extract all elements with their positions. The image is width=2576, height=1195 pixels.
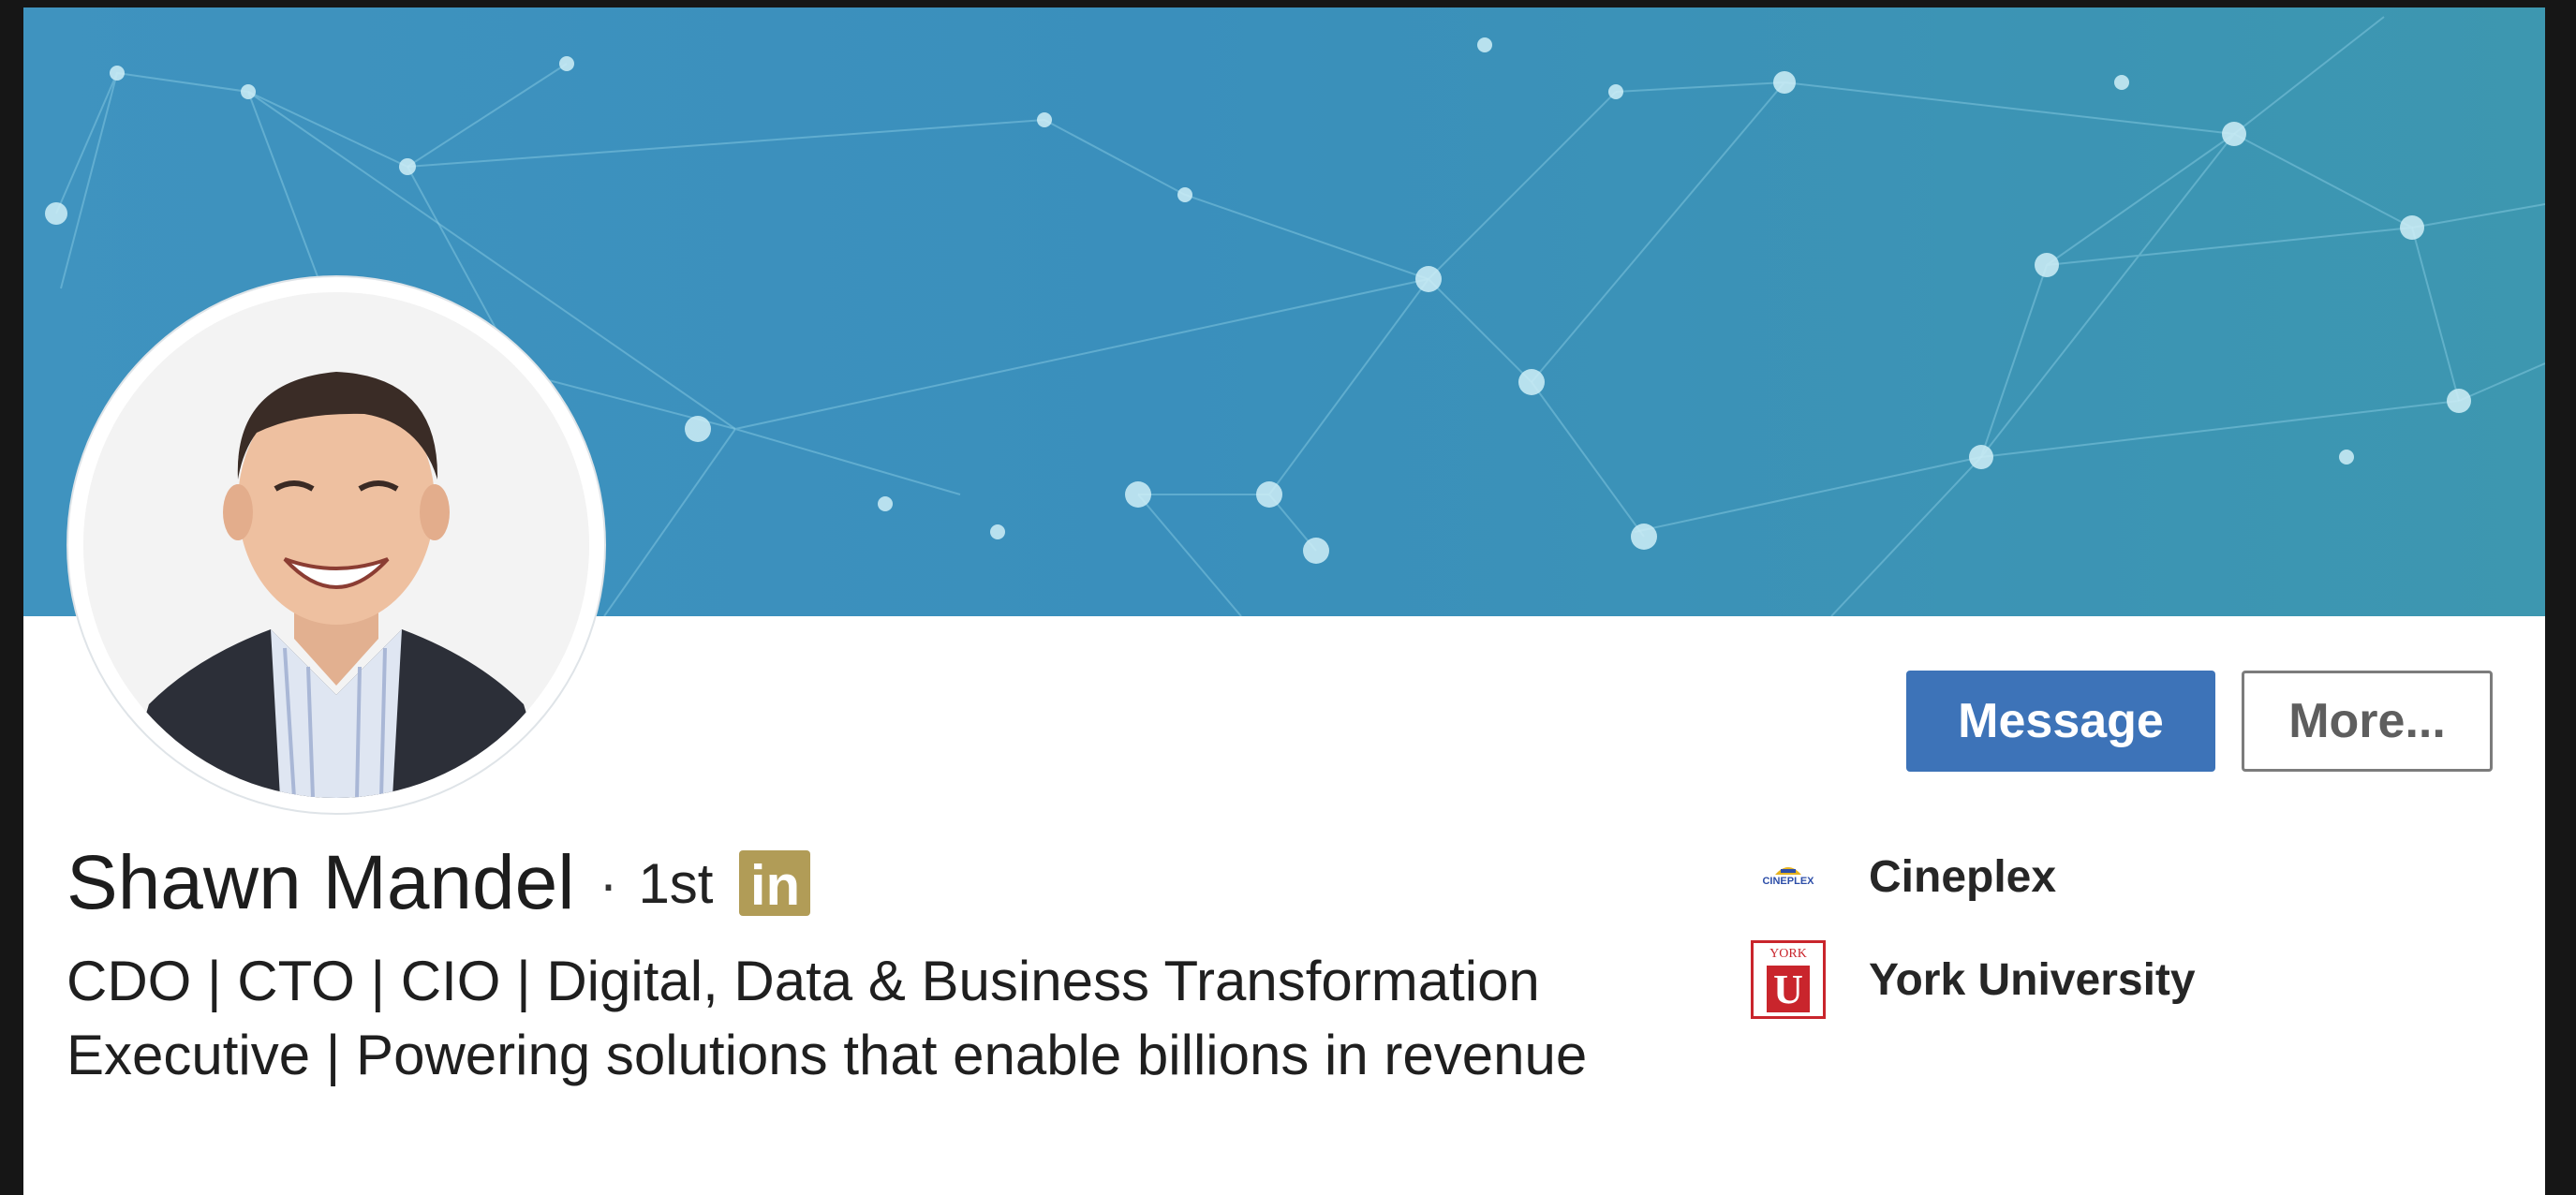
avatar-portrait-icon bbox=[83, 292, 589, 798]
profile-photo-avatar[interactable] bbox=[83, 292, 589, 798]
profile-name: Shawn Mandel bbox=[67, 840, 575, 925]
cineplex-logo-icon: CINEPLEX bbox=[1747, 835, 1829, 918]
profile-card: Message More... Shawn Mandel · 1st in CD… bbox=[23, 7, 2545, 1195]
org-name-york-university: York University bbox=[1869, 954, 2196, 1005]
profile-photo-frame[interactable] bbox=[68, 277, 604, 813]
more-actions-button[interactable]: More... bbox=[2242, 671, 2493, 772]
org-name-cineplex: Cineplex bbox=[1869, 851, 2057, 902]
message-button[interactable]: Message bbox=[1906, 671, 2215, 772]
york-university-logo-icon: YORK U bbox=[1747, 938, 1829, 1021]
org-item-cineplex[interactable]: CINEPLEX Cineplex bbox=[1747, 835, 2056, 918]
linkedin-premium-icon[interactable]: in bbox=[739, 850, 811, 916]
name-separator: · bbox=[599, 851, 618, 915]
profile-name-row: Shawn Mandel · 1st in bbox=[67, 839, 811, 927]
connection-degree: 1st bbox=[638, 851, 714, 915]
org-item-york-university[interactable]: YORK U York University bbox=[1747, 938, 2196, 1021]
profile-headline: CDO | CTO | CIO | Digital, Data & Busine… bbox=[67, 950, 1588, 1086]
